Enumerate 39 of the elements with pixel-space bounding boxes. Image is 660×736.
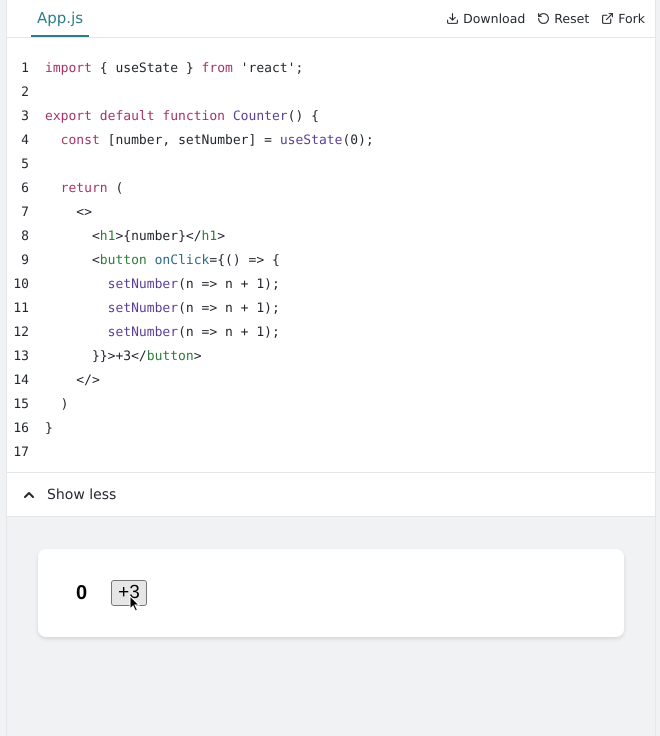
fork-button[interactable]: Fork <box>601 11 645 26</box>
code-line: setNumber(n => n + 1); <box>106 300 280 316</box>
line-number: 5 <box>20 156 30 172</box>
line-number: 12 <box>12 324 30 340</box>
download-button[interactable]: Download <box>446 11 526 26</box>
code-line: }}>+3</button> <box>90 348 202 364</box>
code-line: </> <box>75 372 100 388</box>
code-line: <h1>{number}</h1> <box>90 228 226 244</box>
line-number: 4 <box>20 132 30 148</box>
counter-heading: 0 <box>76 582 88 604</box>
download-icon <box>446 12 460 25</box>
line-number: 1 <box>20 60 30 76</box>
line-number: 3 <box>20 108 30 124</box>
code-line: } <box>45 420 53 436</box>
line-number: 17 <box>12 444 30 460</box>
code-line: const [number, setNumber] = useState(0); <box>60 132 374 148</box>
reset-button[interactable]: Reset <box>537 11 590 26</box>
code-line: <button onClick={() => { <box>90 252 280 268</box>
code-line: setNumber(n => n + 1); <box>106 324 280 340</box>
line-number: 13 <box>12 348 30 364</box>
reset-icon <box>537 12 550 25</box>
code-line: return ( <box>60 180 124 196</box>
line-number: 2 <box>20 84 30 100</box>
line-number: 8 <box>20 228 30 244</box>
line-number: 15 <box>12 396 30 412</box>
line-number: 16 <box>12 420 30 436</box>
code-line: ) <box>60 396 68 412</box>
line-number: 14 <box>12 372 30 388</box>
code-line: import { useState } from 'react'; <box>45 60 304 76</box>
show-less-button[interactable]: Show less <box>7 472 655 517</box>
line-number: 10 <box>12 276 30 292</box>
line-number: 11 <box>12 300 30 316</box>
line-number: 6 <box>20 180 30 196</box>
code-line: <> <box>75 204 92 220</box>
code-line: setNumber(n => n + 1); <box>106 276 280 292</box>
line-number: 9 <box>20 252 30 268</box>
external-link-icon <box>601 12 614 25</box>
line-number: 7 <box>20 204 30 220</box>
code-line: export default function Counter() { <box>45 108 319 124</box>
